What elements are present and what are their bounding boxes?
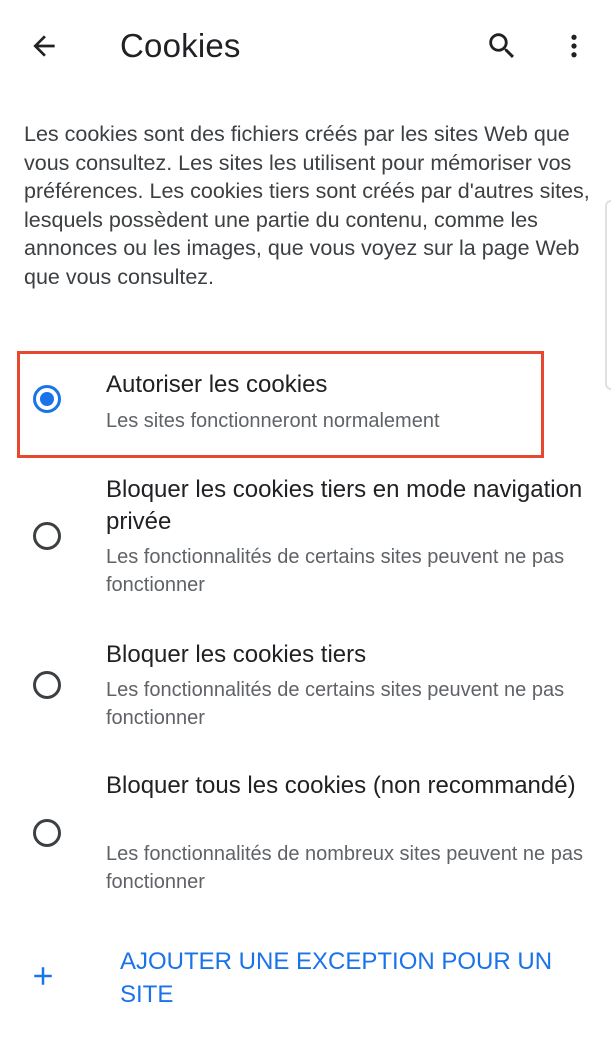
arrow-back-icon: [33, 35, 55, 57]
option-title: Bloquer tous les cookies (non recommandé…: [106, 772, 576, 799]
option-block-third-party[interactable]: Bloquer les cookies tiers Les fonctionna…: [0, 635, 611, 745]
option-subtitle: Les fonctionnalités de nombreux sites pe…: [106, 843, 583, 893]
cookies-description: Les cookies sont des fichiers créés par …: [24, 122, 590, 289]
back-button[interactable]: [20, 22, 68, 70]
add-exception-button[interactable]: AJOUTER UNE EXCEPTION POUR UN SITE: [0, 945, 611, 1015]
plus-icon: [34, 967, 52, 985]
search-button[interactable]: [478, 22, 526, 70]
option-title: Bloquer les cookies tiers en mode naviga…: [106, 476, 583, 535]
option-subtitle: Les fonctionnalités de certains sites pe…: [106, 679, 565, 729]
option-block-third-party-incognito[interactable]: Bloquer les cookies tiers en mode naviga…: [0, 470, 611, 610]
radio-block-all-cookies[interactable]: [33, 819, 61, 847]
option-title: Autoriser les cookies: [106, 371, 328, 398]
app-bar: Cookies: [0, 0, 611, 92]
radio-block-third-party[interactable]: [33, 671, 61, 699]
option-block-all-cookies[interactable]: Bloquer tous les cookies (non recommandé…: [0, 766, 611, 906]
radio-block-third-party-incognito[interactable]: [33, 522, 61, 550]
search-icon: [489, 33, 515, 59]
add-exception-label: AJOUTER UNE EXCEPTION POUR UN SITE: [120, 948, 553, 1008]
more-vert-icon: [571, 34, 577, 58]
more-options-button[interactable]: [552, 22, 596, 70]
option-title: Bloquer les cookies tiers: [106, 641, 367, 668]
radio-allow-cookies[interactable]: [33, 385, 61, 413]
option-allow-cookies[interactable]: Autoriser les cookies Les sites fonction…: [0, 355, 611, 455]
option-subtitle: Les fonctionnalités de certains sites pe…: [106, 546, 565, 596]
page-title: Cookies: [120, 27, 241, 64]
option-subtitle: Les sites fonctionneront normalement: [106, 410, 440, 432]
